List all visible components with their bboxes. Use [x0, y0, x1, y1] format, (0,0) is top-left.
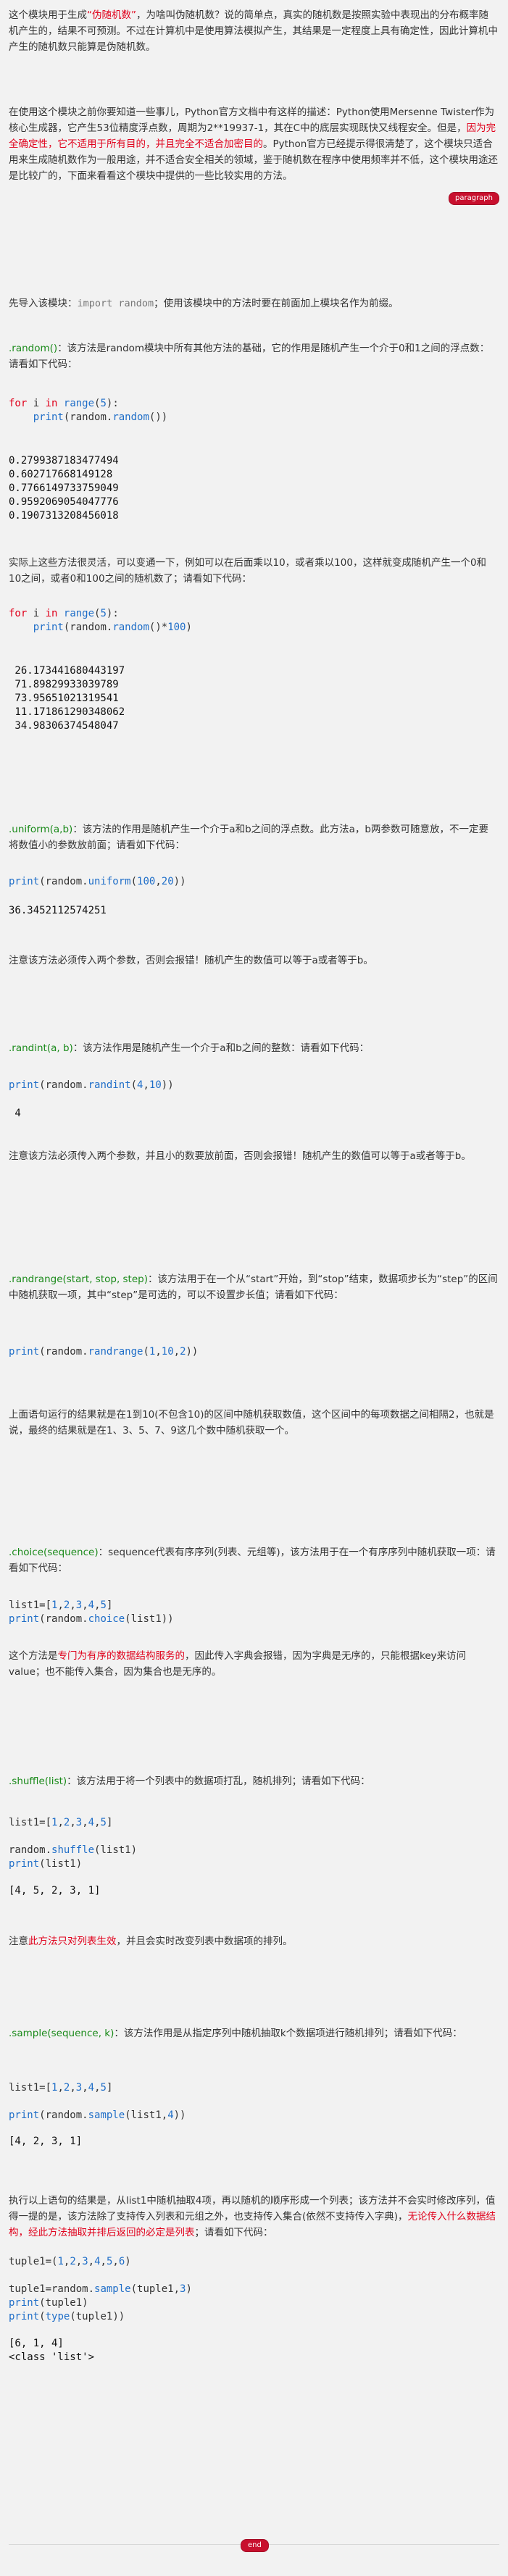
method-name-sample: .sample(sequence, k) — [9, 2028, 114, 2039]
method-name-uniform: .uniform(a,b) — [9, 824, 73, 835]
sample-note: 执行以上语句的结果是，从list1中随机抽取4项，再以随机的顺序形成一个列表；该… — [9, 2195, 496, 2238]
list-only-highlight: 此方法只对列表生效 — [28, 1936, 117, 1947]
sample-tuple-code-block: tuple1=(1,2,3,4,5,6) tuple1=random.sampl… — [9, 2256, 192, 2322]
shuffle-method-description: .shuffle(list)：该方法用于将一个列表中的数据项打乱，随机排列；请看… — [9, 1776, 370, 1787]
end-badge: end — [241, 2539, 269, 2552]
randrange-method-description: .randrange(start, stop, step)：该方法用于在一个从“… — [9, 1274, 498, 1301]
random-method-description: .random()：该方法是random模块中所有其他方法的基础，它的作用是随机… — [9, 343, 490, 370]
randrange-note: 上面语句运行的结果就是在1到10(不包含10)的区间中随机获取数值，这个区间中的… — [9, 1409, 494, 1437]
random-scaled-output: 26.173441680443197 71.89829933039789 73.… — [14, 665, 125, 732]
intro-paragraph-2: 在使用这个模块之前你要知道一些事儿，Python官方文档中有这样的描述：Pyth… — [9, 106, 498, 182]
sample-tuple-output: [6, 1, 4] <class 'list'> — [9, 2338, 95, 2363]
shuffle-note: 注意此方法只对列表生效，并且会实时改变列表中数据项的排列。 — [9, 1936, 293, 1947]
shuffle-output: [4, 5, 2, 3, 1] — [9, 1885, 101, 1897]
pseudo-random-highlight: “伪随机数” — [87, 9, 136, 21]
choice-code-block: list1=[1,2,3,4,5] print(random.choice(li… — [9, 1599, 174, 1625]
sample-method-description: .sample(sequence, k)：该方法作用是从指定序列中随机抽取k个数… — [9, 2028, 462, 2039]
randint-note: 注意该方法必须传入两个参数，并且小的数要放前面，否则会报错！随机产生的数值可以等… — [9, 1150, 471, 1162]
randint-method-description: .randint(a, b)：该方法作用是随机产生一个介于a和b之间的整数：请看… — [9, 1042, 370, 1054]
shuffle-code-block: list1=[1,2,3,4,5] random.shuffle(list1) … — [9, 1817, 138, 1870]
random-scaling-description: 实际上这些方法很灵活，可以变通一下，例如可以在后面乘以10，或者乘以100，这样… — [9, 557, 487, 585]
import-paragraph: 先导入该模块：import random；使用该模块中的方法时要在前面加上模块名… — [9, 298, 399, 309]
uniform-code-block: print(random.uniform(100,20)) — [9, 876, 186, 887]
random-code-block: for i in range(5): print(random.random()… — [9, 398, 168, 423]
method-name-randrange: .randrange(start, stop, step) — [9, 1274, 148, 1285]
sample-code-block: list1=[1,2,3,4,5] print(random.sample(li… — [9, 2082, 186, 2121]
method-name-random: .random() — [9, 343, 58, 354]
uniform-output: 36.3452112574251 — [9, 905, 107, 916]
choice-note: 这个方法是专门为有序的数据结构服务的，因此传入字典会报错，因为字典是无序的，只能… — [9, 1650, 467, 1678]
article-page: 这个模块用于生成“伪随机数”，为啥叫伪随机数？说的简单点，真实的随机数是按照实验… — [0, 0, 508, 2576]
choice-method-description: .choice(sequence)：sequence代表有序序列(列表、元组等)… — [9, 1547, 496, 1574]
random-output: 0.2799387183477494 0.602717668149128 0.7… — [9, 455, 119, 522]
randrange-code-block: print(random.randrange(1,10,2)) — [9, 1346, 199, 1358]
random-scaled-code-block: for i in range(5): print(random.random()… — [9, 608, 192, 633]
sample-output: [4, 2, 3, 1] — [9, 2136, 83, 2147]
uniform-note: 注意该方法必须传入两个参数，否则会报错！随机产生的数值可以等于a或者等于b。 — [9, 955, 373, 966]
uniform-method-description: .uniform(a,b)：该方法的作用是随机产生一个介于a和b之间的浮点数。此… — [9, 824, 488, 851]
import-statement: import random — [77, 298, 154, 309]
method-name-randint: .randint(a, b) — [9, 1042, 73, 1054]
randint-output: 4 — [9, 1108, 21, 1119]
method-name-shuffle: .shuffle(list) — [9, 1776, 67, 1787]
randint-code-block: print(random.randint(4,10)) — [9, 1079, 174, 1091]
paragraph-badge: paragraph — [449, 192, 499, 205]
intro-paragraph-1: 这个模块用于生成“伪随机数”，为啥叫伪随机数？说的简单点，真实的随机数是按照实验… — [9, 9, 498, 53]
method-name-choice: .choice(sequence) — [9, 1547, 99, 1558]
ordered-structure-highlight: 专门为有序的数据结构服务的 — [57, 1650, 186, 1662]
